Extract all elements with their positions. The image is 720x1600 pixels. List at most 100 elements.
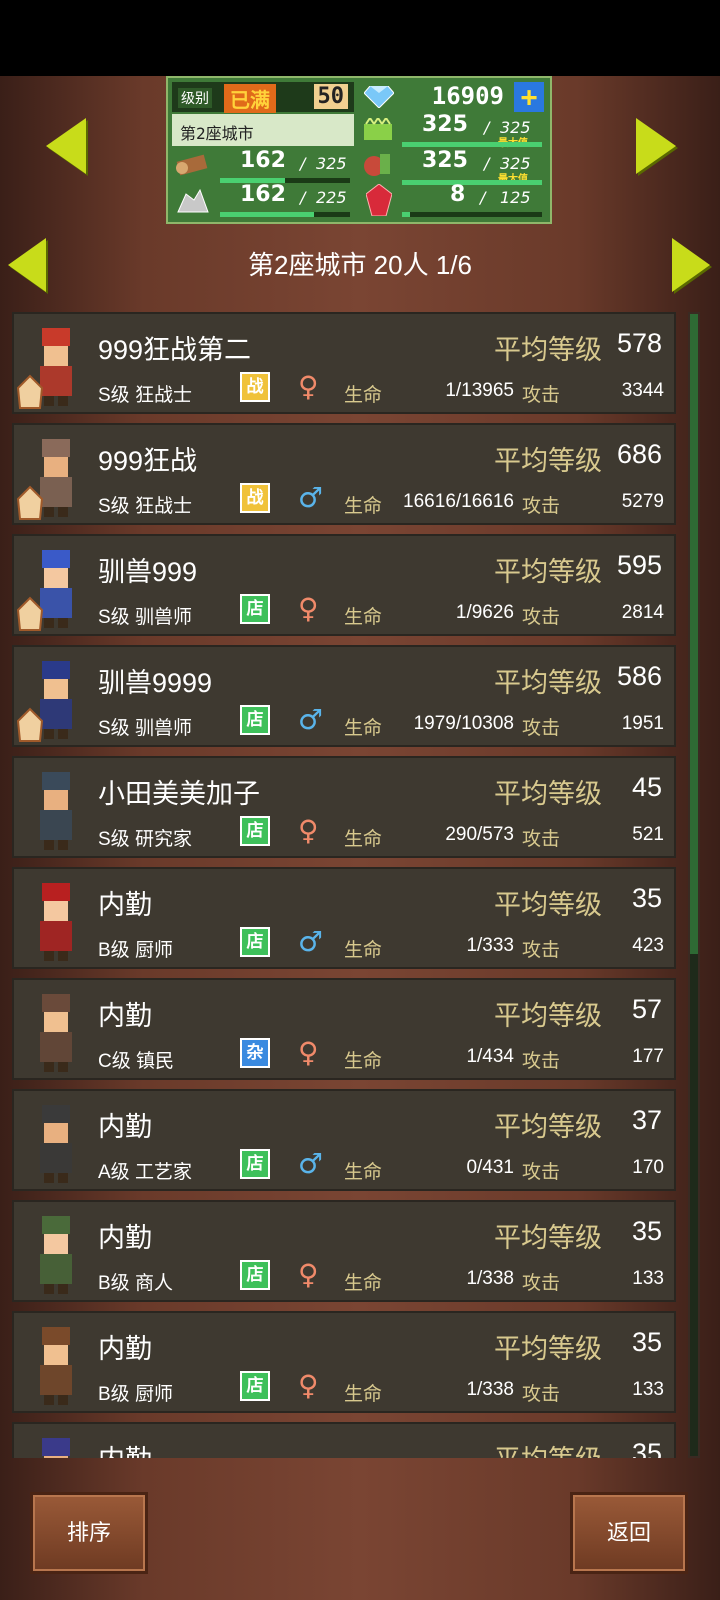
atk-value: 2814 <box>621 602 664 623</box>
page-title: 第2座城市 20人 1/6 <box>248 250 472 280</box>
member-card[interactable]: 驯兽999 平均等级 595 S级 驯兽师 店 ♀ 生命 1/9626 攻击 2814 <box>12 534 676 636</box>
atk-label: 攻击 <box>522 940 561 961</box>
back-button[interactable]: 返回 <box>570 1492 688 1574</box>
member-name: 驯兽9999 <box>98 668 213 698</box>
level-status: 已满 <box>224 84 276 113</box>
ore-value: 162 <box>240 182 286 207</box>
member-card[interactable]: 999狂战第二 平均等级 578 S级 狂战士 战 ♀ 生命 1/13965 攻击 3344 <box>12 312 676 414</box>
atk-label: 攻击 <box>522 1384 561 1405</box>
hp-value: 290/573 <box>445 824 514 845</box>
hp-label: 生命 <box>344 385 383 406</box>
avg-level-label: 平均等级 <box>494 1223 602 1253</box>
avg-level-value: 35 <box>631 1327 662 1357</box>
job-badge: 杂 <box>240 1038 270 1068</box>
avg-level-value: 35 <box>631 1438 662 1458</box>
character-avatar-icon <box>16 550 72 631</box>
food-icon <box>364 154 390 176</box>
avg-level-label: 平均等级 <box>494 1001 602 1031</box>
member-rank: B级 厨师 <box>98 940 173 961</box>
member-name: 999狂战 <box>98 446 198 476</box>
hp-value: 1/13965 <box>445 380 514 401</box>
job-badge: 店 <box>240 594 270 624</box>
hp-label: 生命 <box>344 829 383 850</box>
member-name: 驯兽999 <box>98 557 198 587</box>
member-card[interactable]: 内勤 平均等级 35 B级 厨师 店 ♂ 生命 1/333 攻击 423 <box>12 867 676 969</box>
next-city-arrow-icon[interactable] <box>636 118 676 174</box>
avg-level-value: 35 <box>631 1216 662 1246</box>
atk-value: 133 <box>632 1268 664 1289</box>
member-card[interactable]: 999狂战 平均等级 686 S级 狂战士 战 ♂ 生命 16616/16616 攻击 5279 <box>12 423 676 525</box>
atk-label: 攻击 <box>522 1162 561 1183</box>
hp-value: 1/333 <box>466 935 514 956</box>
diamond-icon <box>364 86 394 108</box>
female-icon: ♀ <box>298 1258 319 1291</box>
job-badge: 战 <box>240 483 270 513</box>
female-icon: ♀ <box>298 1369 319 1402</box>
hp-value: 0/431 <box>466 1157 514 1178</box>
avg-level-value: 586 <box>616 661 662 691</box>
avg-level-value: 686 <box>616 439 662 469</box>
sort-button[interactable]: 排序 <box>30 1492 148 1574</box>
hp-value: 1/9626 <box>455 602 514 623</box>
atk-label: 攻击 <box>522 1273 561 1294</box>
hp-label: 生命 <box>344 940 383 961</box>
member-card[interactable]: 内勤 平均等级 35 B级 厨师 店 ♀ 生命 1/338 攻击 133 <box>12 1311 676 1413</box>
character-avatar-icon <box>40 883 72 961</box>
grass-icon <box>364 118 392 140</box>
gem-box: 16909 + <box>360 82 546 112</box>
job-badge: 战 <box>240 372 270 402</box>
member-rank: S级 驯兽师 <box>98 718 192 739</box>
add-gems-button[interactable]: + <box>514 82 544 112</box>
food-value: 325 <box>422 148 468 173</box>
ruby-max: 125 <box>500 188 531 207</box>
ruby-value: 8 <box>450 182 466 207</box>
member-card[interactable]: 内勤 平均等级 37 A级 工艺家 店 ♂ 生命 0/431 攻击 170 <box>12 1089 676 1191</box>
prev-city-arrow-icon[interactable] <box>46 118 86 174</box>
avg-level-value: 45 <box>631 772 662 802</box>
food-bar <box>402 180 542 185</box>
ruby-icon <box>366 184 392 216</box>
member-name: 内勤 <box>98 1001 152 1031</box>
atk-value: 1951 <box>621 713 664 734</box>
member-name: 内勤 <box>98 890 152 920</box>
atk-value: 5279 <box>621 491 664 512</box>
atk-label: 攻击 <box>522 829 561 850</box>
atk-value: 133 <box>632 1379 664 1400</box>
character-avatar-icon <box>16 439 72 520</box>
level-value: 50 <box>313 84 348 109</box>
character-avatar-icon <box>40 772 72 850</box>
hp-value: 1/338 <box>466 1268 514 1289</box>
status-bar <box>0 0 720 76</box>
member-card[interactable]: 内勤 平均等级 35 B级 商人 店 ♀ 生命 1/338 攻击 133 <box>12 1200 676 1302</box>
wood-max: 325 <box>316 154 347 173</box>
ore-bar <box>220 212 350 217</box>
scrollbar[interactable] <box>688 312 700 1458</box>
grass-bar <box>402 142 542 147</box>
avg-level-label: 平均等级 <box>494 890 602 920</box>
member-list[interactable]: 999狂战第二 平均等级 578 S级 狂战士战 ♀ 生命 1/13965 攻击 3344 999… <box>12 312 680 1458</box>
female-icon: ♀ <box>298 814 319 847</box>
member-rank: S级 狂战士 <box>98 385 192 406</box>
member-card[interactable]: 小田美美加子 平均等级 45 S级 研究家 店 ♀ 生命 290/573 攻击 521 <box>12 756 676 858</box>
wood-value: 162 <box>240 148 286 173</box>
member-rank: S级 驯兽师 <box>98 607 192 628</box>
job-badge: 店 <box>240 927 270 957</box>
hp-label: 生命 <box>344 607 383 628</box>
avg-level-value: 35 <box>631 883 662 913</box>
avg-level-value: 57 <box>631 994 662 1024</box>
character-avatar-icon <box>16 661 72 742</box>
member-card[interactable]: 驯兽9999 平均等级 586 S级 驯兽师 店 ♂ 生命 1979/10308 攻击 1951 <box>12 645 676 747</box>
atk-value: 177 <box>632 1046 664 1067</box>
resource-panel: 级别 已满 50 16909 + 第2座城市 325 / 325 最大值 162… <box>166 76 552 224</box>
member-rank: B级 商人 <box>98 1273 173 1294</box>
member-card[interactable]: 内勤 平均等级 57 C级 镇民 杂 ♀ 生命 1/434 攻击 177 <box>12 978 676 1080</box>
member-name: 内勤 <box>98 1112 152 1142</box>
member-card[interactable]: 内勤 平均等级 35 <box>12 1422 676 1458</box>
scrollbar-thumb[interactable] <box>690 314 698 954</box>
avg-level-label: 平均等级 <box>494 1438 602 1458</box>
hp-value: 1/338 <box>466 1379 514 1400</box>
female-icon: ♀ <box>298 370 319 403</box>
member-rank: C级 镇民 <box>98 1051 175 1072</box>
hp-label: 生命 <box>344 1162 383 1183</box>
level-label: 级别 <box>178 88 212 108</box>
